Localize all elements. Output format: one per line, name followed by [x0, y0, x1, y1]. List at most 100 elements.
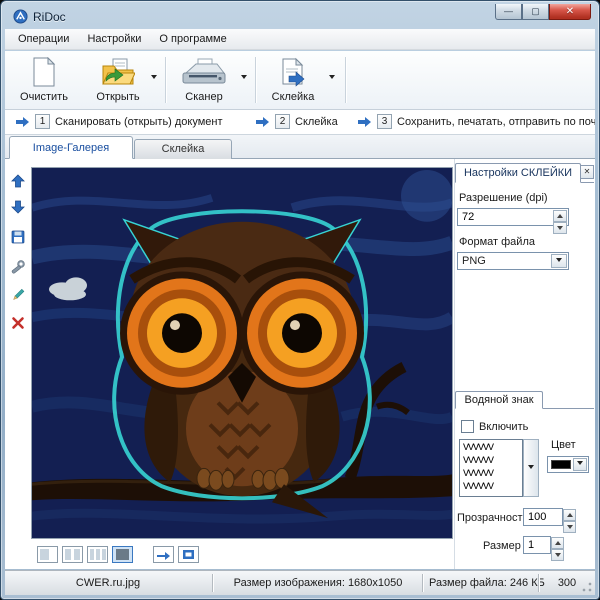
title-bar[interactable]: RiDoc — ▢ ✕: [5, 4, 595, 29]
statusbar-separator: [212, 574, 214, 592]
size-label: Размер: [483, 540, 521, 552]
color-dropdown-arrow[interactable]: [573, 458, 587, 471]
watermark-enable-label: Включить: [479, 421, 528, 433]
watermark-pattern-preview[interactable]: VVVVVV VVVVVV VVVVVV VVVVVV: [459, 439, 523, 497]
step-arrow-icon: [357, 116, 372, 128]
minimize-button[interactable]: —: [495, 4, 522, 20]
merge-pages-icon: [278, 57, 308, 87]
scanner-icon: [181, 57, 227, 87]
statusbar-separator: [422, 574, 424, 592]
tab-merge[interactable]: Склейка: [134, 139, 232, 159]
resolution-input[interactable]: 72: [457, 208, 569, 226]
spin-down-button[interactable]: [563, 521, 576, 533]
spin-up-button[interactable]: [551, 537, 564, 549]
step-2-label: Склейка: [295, 116, 338, 128]
layout-option-6-icon[interactable]: [178, 546, 199, 563]
toolbar-separator: [345, 57, 346, 103]
app-icon: [13, 9, 28, 24]
wrench-tools-icon[interactable]: [10, 259, 26, 275]
status-bar: CWER.ru.jpg Размер изображения: 1680x105…: [5, 570, 595, 595]
window-frame: RiDoc — ▢ ✕ Операции Настройки О програм…: [0, 0, 600, 600]
layout-option-2-icon[interactable]: [62, 546, 83, 563]
spin-up-button[interactable]: [553, 210, 567, 222]
status-filename: CWER.ru.jpg: [5, 577, 211, 589]
toolbar-separator: [165, 57, 166, 103]
layout-option-5-icon[interactable]: [153, 546, 174, 563]
delete-x-icon[interactable]: [10, 315, 26, 331]
clear-button[interactable]: Очистить: [15, 55, 73, 107]
layout-option-4-icon-selected[interactable]: [112, 546, 133, 563]
opacity-value: 100: [528, 511, 546, 523]
resize-grip[interactable]: [581, 581, 593, 593]
opacity-label: Прозрачность: [457, 512, 528, 524]
menu-about[interactable]: О программе: [150, 30, 235, 48]
resolution-label: Разрешение (dpi): [459, 192, 548, 204]
watermark-tab[interactable]: Водяной знак: [455, 391, 543, 409]
opacity-spinner[interactable]: [563, 509, 576, 525]
color-dropdown[interactable]: [547, 456, 589, 473]
step-arrow-icon: [15, 116, 30, 128]
status-image-size: Размер изображения: 1680x1050: [215, 577, 421, 589]
menu-settings[interactable]: Настройки: [78, 30, 150, 48]
save-icon[interactable]: [10, 229, 26, 245]
step-3-number: 3: [377, 114, 392, 129]
blank-page-icon: [31, 57, 57, 87]
move-up-icon[interactable]: [10, 173, 26, 189]
step-arrow-icon: [255, 116, 270, 128]
open-folder-icon: [101, 57, 135, 87]
scanner-dropdown-arrow[interactable]: [237, 69, 250, 83]
size-input[interactable]: 1: [523, 536, 551, 554]
resolution-value: 72: [462, 211, 474, 223]
window-title: RiDoc: [33, 10, 66, 24]
main-toolbar: Очистить Открыть: [5, 51, 595, 110]
menu-operations[interactable]: Операции: [9, 30, 78, 48]
size-value: 1: [528, 539, 534, 551]
pattern-row: VVVVVV: [463, 468, 522, 481]
tab-bar: Image-Галерея Склейка: [5, 135, 595, 159]
spin-down-button[interactable]: [551, 549, 564, 561]
step-2-number: 2: [275, 114, 290, 129]
pattern-row: VVVVVV: [463, 442, 522, 455]
color-swatch-black: [551, 460, 571, 469]
maximize-button[interactable]: ▢: [522, 4, 549, 20]
format-dropdown-arrow[interactable]: [551, 254, 567, 268]
panel-close-button[interactable]: ✕: [580, 165, 594, 179]
pattern-dropdown-arrow[interactable]: [523, 439, 539, 497]
merge-label: Склейка: [263, 91, 323, 103]
resolution-spinner[interactable]: [553, 210, 567, 224]
layout-option-3-icon[interactable]: [87, 546, 108, 563]
panel-title-tab[interactable]: Настройки СКЛЕЙКИ: [455, 163, 581, 183]
toolbar-separator: [255, 57, 256, 103]
size-spinner[interactable]: [551, 537, 564, 553]
open-button[interactable]: Открыть: [89, 55, 147, 107]
close-button[interactable]: ✕: [549, 4, 591, 20]
merge-button[interactable]: Склейка: [263, 55, 323, 107]
workflow-steps-bar: 1 Сканировать (открыть) документ 2 Склей…: [5, 110, 595, 135]
step-1-label: Сканировать (открыть) документ: [55, 116, 223, 128]
scanner-label: Сканер: [173, 91, 235, 103]
step-3-label: Сохранить, печатать, отправить по поч: [397, 116, 595, 128]
step-1-number: 1: [35, 114, 50, 129]
statusbar-separator: [538, 574, 540, 592]
format-dropdown[interactable]: PNG: [457, 252, 569, 270]
format-value: PNG: [462, 255, 486, 267]
open-dropdown-arrow[interactable]: [147, 69, 160, 83]
watermark-enable-checkbox[interactable]: [461, 420, 474, 433]
menu-bar: Операции Настройки О программе: [5, 29, 595, 50]
move-down-icon[interactable]: [10, 199, 26, 215]
owl-artwork: [32, 168, 452, 538]
layout-option-1-icon[interactable]: [37, 546, 58, 563]
tab-image-gallery[interactable]: Image-Галерея: [9, 136, 133, 159]
color-label: Цвет: [551, 439, 576, 451]
open-label: Открыть: [89, 91, 147, 103]
pattern-row: VVVVVV: [463, 481, 522, 494]
edit-pencil-icon[interactable]: [10, 287, 26, 303]
pattern-row: VVVVVV: [463, 455, 522, 468]
clear-label: Очистить: [15, 91, 73, 103]
spin-up-button[interactable]: [563, 509, 576, 521]
merge-dropdown-arrow[interactable]: [325, 69, 338, 83]
opacity-input[interactable]: 100: [523, 508, 563, 526]
spin-down-button[interactable]: [553, 222, 567, 234]
format-label: Формат файла: [459, 236, 535, 248]
scanner-button[interactable]: Сканер: [173, 55, 235, 107]
